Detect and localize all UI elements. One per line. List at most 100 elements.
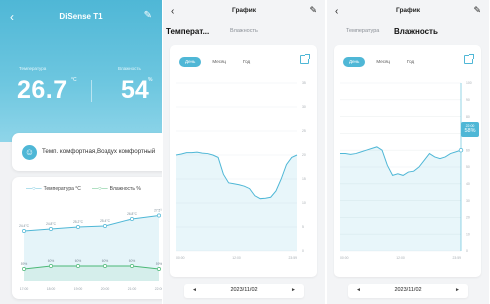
range-day[interactable]: День (343, 57, 366, 67)
tab-temperature[interactable]: Температ... (166, 27, 209, 36)
temperature-label: Температура (19, 66, 47, 71)
range-month[interactable]: Месяц (370, 57, 396, 67)
humidity-data-label: 59% (156, 262, 162, 266)
export-icon[interactable] (300, 54, 310, 64)
range-year[interactable]: Год (401, 57, 420, 67)
tooltip-point (458, 147, 464, 153)
date-label: 2023/11/02 (394, 287, 422, 293)
tab-humidity[interactable]: Влажность (394, 27, 438, 36)
range-selector: День Месяц Год (179, 57, 256, 67)
x-tick-label: 12:00 (232, 256, 241, 260)
temperature-data-label: 26.8°C (127, 212, 137, 216)
next-date-icon[interactable]: ► (291, 287, 296, 293)
temperature-point (22, 229, 26, 233)
x-tick-label: 00:00 (176, 256, 185, 260)
temperature-chart[interactable]: 35 30 25 20 15 10 5 0 00:00 12:00 23:59 (170, 73, 317, 273)
tab-humidity[interactable]: Влажность (230, 28, 258, 34)
y-tick-label: 30 (302, 105, 306, 109)
y-tick-label: 30 (466, 199, 470, 203)
time-tick-label: 21:00 (128, 287, 137, 291)
y-tick-label: 0 (302, 249, 304, 253)
edit-icon[interactable]: ✎ (144, 10, 152, 21)
humidity-point (22, 267, 26, 271)
humidity-point (76, 264, 80, 268)
edit-icon[interactable]: ✎ (473, 5, 481, 16)
humidity-chart[interactable]: 100908070605040302010000:0012:0023:59 (334, 73, 481, 273)
page-title: График (232, 7, 256, 14)
humidity-data-label: 60% (129, 259, 136, 263)
graph-card: День Месяц Год 100908070605040302010000:… (334, 45, 481, 277)
tooltip-value: 58% (464, 128, 476, 134)
comfort-text: Темп. комфортная,Воздух комфортный (42, 148, 156, 155)
y-tick-label: 15 (302, 177, 306, 181)
y-tick-label: 25 (302, 129, 306, 133)
humidity-data-label: 60% (102, 259, 109, 263)
date-label: 2023/11/02 (230, 287, 258, 293)
y-tick-label: 5 (302, 225, 304, 229)
y-tick-label: 100 (466, 81, 472, 85)
date-picker: ◄ 2023/11/02 ► (184, 284, 304, 298)
edit-icon[interactable]: ✎ (309, 5, 317, 16)
temperature-data-label: 27.5°C (154, 209, 162, 213)
temperature-value: 26.7 (17, 76, 68, 104)
page-title: График (396, 7, 420, 14)
temperature-data-label: 25.4°C (100, 219, 110, 223)
x-tick-label: 00:00 (340, 256, 349, 260)
y-tick-label: 10 (302, 201, 306, 205)
humidity-unit: % (148, 77, 153, 83)
temperature-data-label: 24.8°C (46, 222, 56, 226)
range-month[interactable]: Месяц (206, 57, 232, 67)
temperature-data-label: 25.2°C (73, 220, 83, 224)
humidity-point (103, 264, 107, 268)
device-title: DiSense T1 (59, 12, 103, 21)
y-tick-label: 20 (466, 216, 470, 220)
humidity-area (24, 266, 159, 281)
time-tick-label: 19:00 (74, 287, 83, 291)
value-divider (91, 80, 92, 102)
chart-tooltip: 22:00 58% (461, 122, 479, 137)
device-hero: ‹ DiSense T1 ✎ Температура Влажность 26.… (0, 0, 162, 142)
humidity-graph-screen: ‹ График ✎ Температура Влажность День Ме… (327, 0, 489, 304)
time-tick-label: 20:00 (101, 287, 110, 291)
series-area (340, 146, 461, 251)
temperature-graph-screen: ‹ График ✎ Температ... Влажность День Ме… (163, 0, 325, 304)
comfort-card: ☺ Темп. комфортная,Воздух комфортный (12, 133, 162, 171)
temperature-point (49, 227, 53, 231)
range-year[interactable]: Год (237, 57, 256, 67)
y-tick-label: 10 (466, 232, 470, 236)
humidity-point (157, 267, 161, 271)
range-day[interactable]: День (179, 57, 202, 67)
temperature-data-label: 24.4°C (19, 224, 29, 228)
series-area (176, 152, 297, 251)
smiley-icon: ☺ (22, 145, 37, 160)
tab-temperature[interactable]: Температура (346, 28, 379, 34)
temperature-point (103, 224, 107, 228)
graph-card: День Месяц Год 35 30 25 20 15 10 5 0 00:00 12:00 2… (170, 45, 317, 277)
y-tick-label: 90 (466, 98, 470, 102)
y-tick-label: 20 (302, 153, 306, 157)
humidity-point (49, 264, 53, 268)
y-tick-label: 35 (302, 81, 306, 85)
temperature-point (76, 225, 80, 229)
y-tick-label: 80 (466, 115, 470, 119)
time-tick-label: 18:00 (47, 287, 56, 291)
x-tick-label: 23:59 (453, 256, 462, 260)
time-tick-label: 22:00 (155, 287, 162, 291)
trend-card[interactable]: —○— Температура °C —○— Влажность % 24.4°C 2… (12, 177, 162, 299)
mini-trend-chart: 24.4°C 24.8°C 25.2°C 25.4°C 26.8°C 27.5°C 59% 6… (19, 209, 162, 292)
humidity-data-label: 60% (75, 259, 82, 263)
y-tick-label: 40 (466, 182, 470, 186)
device-screen: ‹ DiSense T1 ✎ Температура Влажность 26.… (0, 0, 162, 304)
y-tick-label: 60 (466, 148, 470, 152)
x-tick-label: 12:00 (396, 256, 405, 260)
humidity-point (130, 264, 134, 268)
humidity-value: 54 (121, 76, 149, 104)
date-picker: ◄ 2023/11/02 ► (348, 284, 468, 298)
temperature-point (157, 213, 161, 218)
humidity-label: Влажность (118, 66, 141, 71)
next-date-icon[interactable]: ► (455, 287, 460, 293)
humidity-data-label: 60% (48, 259, 55, 263)
export-icon[interactable] (464, 54, 474, 64)
time-tick-label: 17:00 (20, 287, 29, 291)
y-tick-label: 50 (466, 165, 470, 169)
